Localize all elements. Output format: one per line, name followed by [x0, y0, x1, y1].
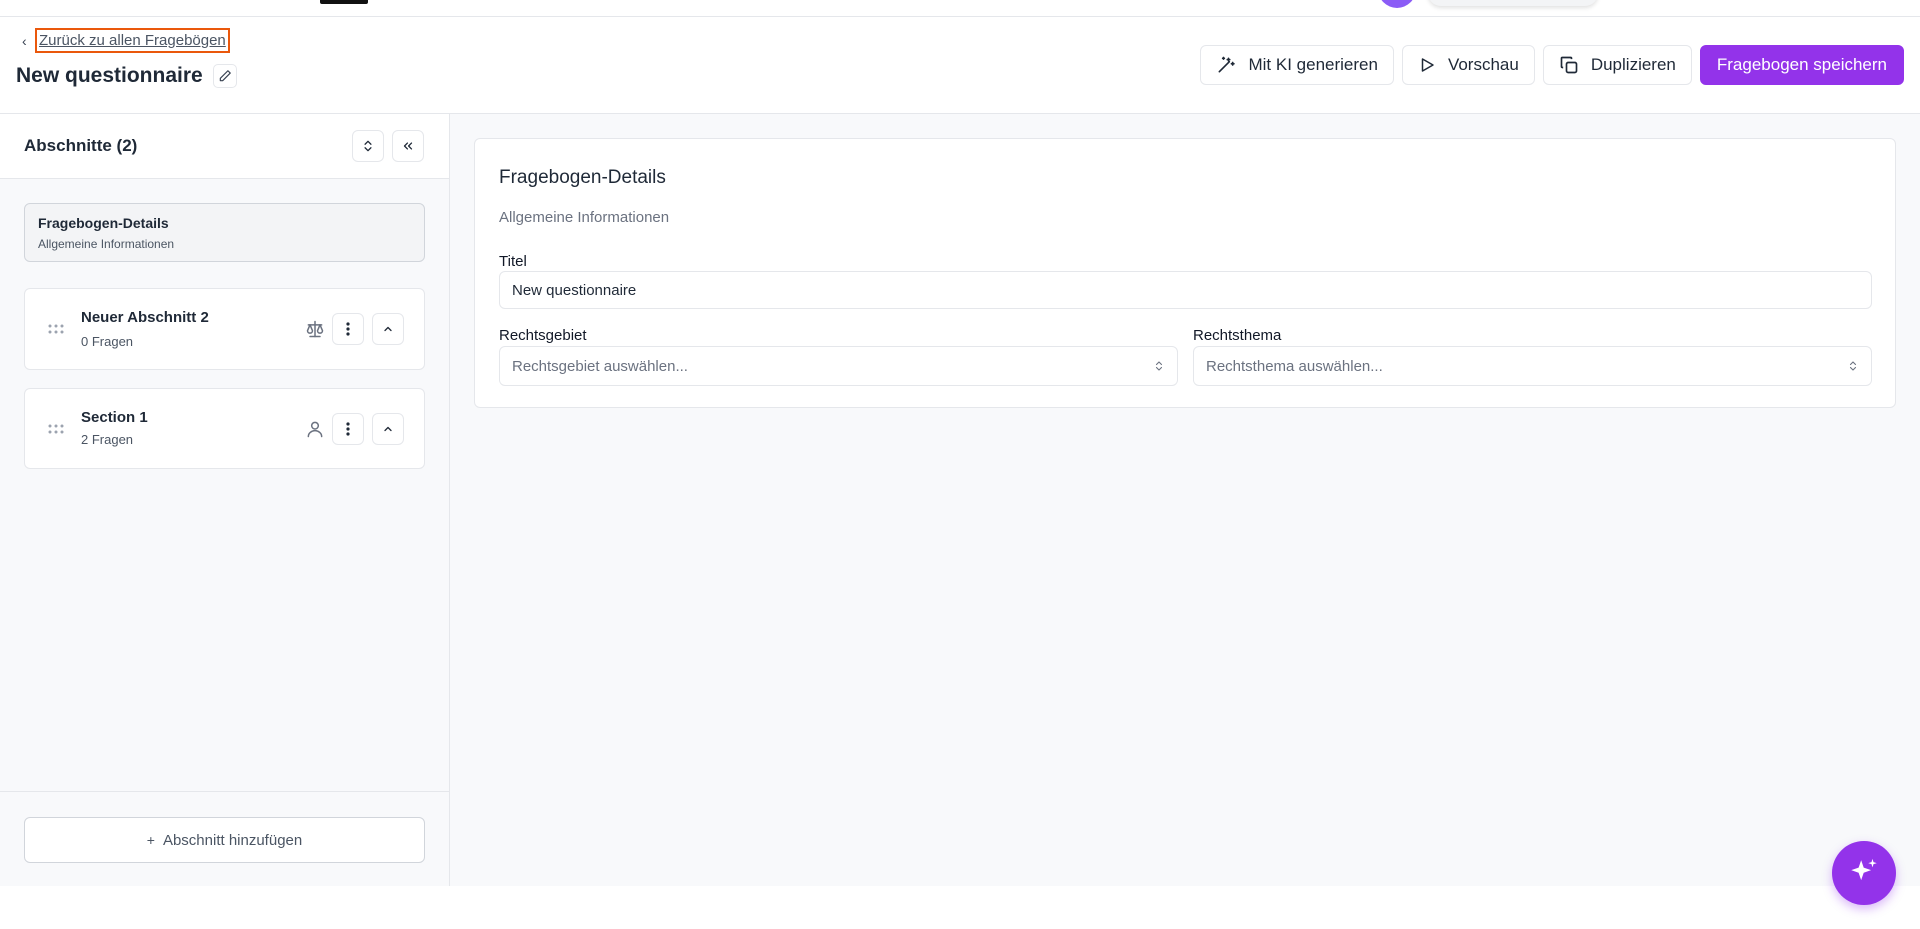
section-name: Neuer Abschnitt 2	[81, 309, 209, 326]
title-row: New questionnaire	[16, 64, 237, 88]
duplicate-label: Duplizieren	[1590, 55, 1676, 74]
save-label: Fragebogen speichern	[1716, 55, 1887, 74]
title-field-label: Titel	[499, 253, 527, 270]
page-bottom-area	[0, 886, 1920, 929]
topic-select-placeholder: Rechtsthema auswählen...	[1206, 357, 1383, 375]
section-name: Section 1	[81, 409, 148, 426]
sidebar-footer: + Abschnitt hinzufügen	[0, 791, 449, 886]
magic-wand-icon	[1218, 56, 1236, 73]
pencil-icon	[219, 70, 231, 82]
ai-generate-button[interactable]: Mit KI generieren	[1200, 45, 1394, 85]
avatar[interactable]	[1378, 0, 1416, 8]
save-button[interactable]: Fragebogen speichern	[1699, 45, 1904, 85]
title-input-value: New questionnaire	[512, 281, 637, 299]
section-menu-button[interactable]	[332, 413, 364, 445]
add-section-label: Abschnitt hinzufügen	[162, 831, 303, 849]
details-item-title: Fragebogen-Details	[38, 215, 169, 231]
section-question-count: 2 Fragen	[81, 432, 134, 447]
area-select[interactable]: Rechtsgebiet auswählen...	[499, 346, 1178, 386]
editor-header: ‹ Zurück zu allen Fragebögen New questio…	[0, 17, 1920, 114]
play-icon	[1421, 58, 1434, 72]
plus-icon: +	[146, 832, 155, 848]
section-question-count: 0 Fragen	[81, 334, 134, 349]
drag-handle-icon[interactable]	[48, 424, 64, 434]
details-item-subtitle: Allgemeine Informationen	[38, 237, 175, 251]
sparkles-icon	[1851, 858, 1877, 881]
copy-icon	[1560, 56, 1578, 74]
ai-assistant-button[interactable]	[1832, 841, 1896, 905]
section-card[interactable]: Section 1 2 Fragen	[24, 388, 425, 469]
ai-generate-label: Mit KI generieren	[1248, 55, 1378, 74]
section-menu-button[interactable]	[332, 313, 364, 345]
chevrons-up-down-icon	[364, 140, 372, 152]
page-title: New questionnaire	[16, 64, 203, 87]
sidebar-title: Abschnitte (2)	[24, 136, 138, 155]
panel-title: Fragebogen-Details	[499, 167, 666, 188]
expand-collapse-all-button[interactable]	[352, 130, 384, 162]
panel-subtitle: Allgemeine Informationen	[499, 209, 670, 226]
chevrons-up-down-icon	[1155, 361, 1163, 371]
collapse-sidebar-button[interactable]	[392, 130, 424, 162]
duplicate-button[interactable]: Duplizieren	[1542, 45, 1692, 85]
section-card[interactable]: Neuer Abschnitt 2 0 Fragen	[24, 288, 425, 370]
more-vertical-icon	[346, 322, 350, 336]
main-content: Fragebogen-Details Allgemeine Informatio…	[450, 114, 1920, 886]
chevrons-up-down-icon	[1849, 361, 1857, 371]
preview-label: Vorschau	[1447, 55, 1519, 74]
back-link[interactable]: ‹ Zurück zu allen Fragebögen	[22, 28, 230, 53]
app-logo[interactable]	[320, 0, 368, 4]
drag-handle-icon[interactable]	[48, 324, 64, 334]
more-vertical-icon	[346, 422, 350, 436]
user-icon	[307, 421, 323, 438]
header-actions: Mit KI generieren Vorschau Duplizieren F…	[1200, 45, 1904, 85]
sections-sidebar: Abschnitte (2) Fragebogen-Details Allgem…	[0, 114, 450, 886]
title-input[interactable]: New questionnaire	[499, 271, 1872, 309]
area-field-label: Rechtsgebiet	[499, 327, 587, 344]
area-select-placeholder: Rechtsgebiet auswählen...	[512, 357, 688, 375]
add-section-button[interactable]: + Abschnitt hinzufügen	[24, 817, 425, 863]
chevron-left-icon: ‹	[22, 32, 27, 49]
chevron-up-icon	[384, 426, 392, 432]
chevrons-left-icon	[403, 142, 413, 150]
top-navigation-bar	[0, 0, 1920, 17]
questionnaire-details-item[interactable]: Fragebogen-Details Allgemeine Informatio…	[24, 203, 425, 262]
section-collapse-button[interactable]	[372, 313, 404, 345]
back-link-label[interactable]: Zurück zu allen Fragebögen	[35, 28, 230, 53]
chevron-up-icon	[384, 326, 392, 332]
sidebar-header: Abschnitte (2)	[0, 114, 449, 179]
details-panel: Fragebogen-Details Allgemeine Informatio…	[474, 138, 1896, 408]
scale-icon	[306, 320, 324, 338]
edit-title-button[interactable]	[212, 64, 237, 88]
topic-field-label: Rechtsthema	[1193, 327, 1282, 344]
section-collapse-button[interactable]	[372, 413, 404, 445]
preview-button[interactable]: Vorschau	[1401, 45, 1535, 85]
account-menu[interactable]	[1428, 0, 1598, 6]
topic-select[interactable]: Rechtsthema auswählen...	[1193, 346, 1872, 386]
